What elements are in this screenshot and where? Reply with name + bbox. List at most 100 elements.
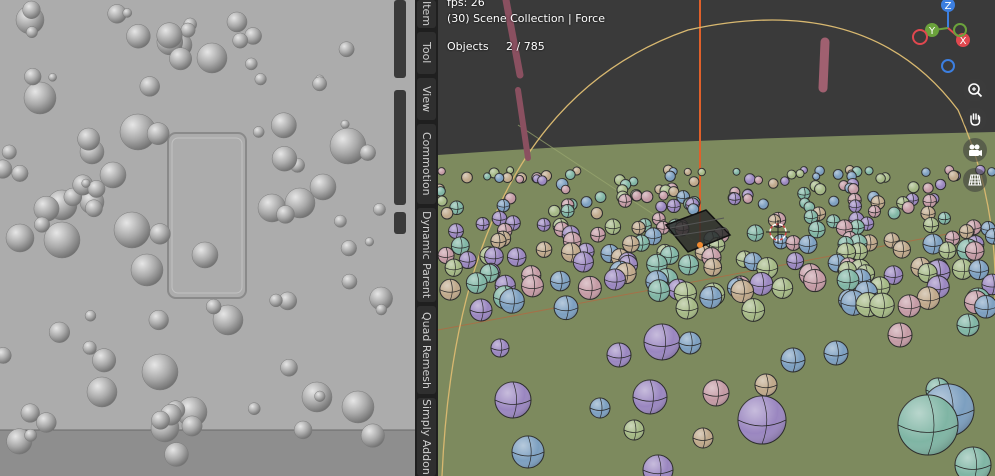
sphere-shading — [521, 274, 544, 297]
sphere-shading — [948, 170, 959, 182]
grey-sphere — [151, 410, 170, 430]
sphere-shading — [689, 176, 699, 187]
grey-sphere — [86, 376, 118, 408]
sphere-shading — [755, 374, 777, 396]
grey-sphere — [205, 298, 222, 315]
sphere-shading — [439, 279, 461, 301]
sphere-shading — [676, 297, 698, 319]
sphere-shading — [923, 217, 939, 233]
tab-simply-addon[interactable]: Simply Addon — [417, 398, 436, 476]
sphere-shading — [461, 172, 473, 183]
grey-sphere — [24, 428, 38, 442]
grey-sphere — [48, 73, 57, 82]
sphere-shading — [812, 172, 820, 181]
grey-sphere — [92, 348, 117, 373]
sphere-shading — [869, 293, 895, 318]
grey-sphere — [22, 0, 41, 19]
sphere-shading — [781, 348, 805, 372]
grey-sphere — [269, 293, 283, 308]
zoom-icon[interactable] — [963, 78, 987, 102]
tab-tool[interactable]: Tool — [417, 32, 436, 74]
render-preview-canvas — [0, 0, 415, 476]
sphere-shading — [898, 395, 958, 455]
sphere-shading — [743, 193, 753, 204]
grey-sphere — [341, 273, 358, 290]
grey-sphere — [149, 223, 171, 245]
sphere-shading — [747, 225, 764, 242]
axis-neg-z-icon — [941, 59, 955, 73]
sphere-shading — [888, 323, 912, 347]
sphere-shading — [875, 173, 886, 184]
svg-text:Z: Z — [945, 1, 952, 12]
grey-sphere — [375, 304, 387, 316]
sphere-shading — [758, 198, 769, 210]
sphere-shading — [698, 168, 706, 176]
sphere-shading — [484, 247, 504, 266]
navigation-gizmo[interactable]: Z Y X — [908, 0, 995, 80]
sphere-shading — [808, 221, 826, 238]
sphere-shading — [476, 217, 490, 231]
sphere-shading — [561, 185, 570, 194]
sphere-shading — [591, 207, 603, 219]
grey-sphere — [232, 32, 249, 49]
grey-sphere — [141, 353, 179, 391]
sphere-shading — [957, 314, 979, 336]
sphere-shading — [939, 242, 956, 260]
grey-sphere — [340, 240, 357, 257]
grey-sphere — [48, 321, 70, 343]
left-tab-grip[interactable] — [394, 90, 406, 205]
grey-sphere — [254, 73, 267, 86]
sphere-shading — [448, 223, 464, 239]
tab-item[interactable]: Item — [417, 0, 436, 28]
sphere-shading — [536, 241, 552, 258]
tab-quad-remesh[interactable]: Quad Remesh — [417, 306, 436, 394]
camera-icon[interactable] — [963, 138, 987, 162]
grey-sphere — [84, 310, 97, 322]
grey-sphere — [11, 164, 29, 182]
3d-viewport[interactable]: fps: 26 (30) Scene Collection | Force Ob… — [438, 0, 995, 476]
sphere-shading — [935, 179, 946, 190]
svg-text:X: X — [960, 36, 967, 47]
left-tab-grip[interactable] — [394, 212, 406, 234]
grey-sphere — [329, 127, 367, 165]
grey-sphere — [169, 47, 192, 71]
grey-sphere — [334, 214, 347, 228]
left-tab-grip[interactable] — [394, 0, 406, 78]
sphere-shading — [607, 343, 631, 367]
sphere-shading — [490, 233, 507, 249]
sphere-shading — [590, 398, 610, 418]
tab-dynamic-parent[interactable]: Dynamic Parent — [417, 208, 436, 302]
grey-sphere — [33, 195, 60, 222]
sphere-shading — [902, 201, 915, 214]
sphere-shading — [573, 251, 594, 273]
sphere-shading — [494, 173, 504, 183]
grey-sphere — [36, 412, 57, 433]
tab-commotion[interactable]: Commotion — [417, 124, 436, 204]
grey-sphere — [247, 402, 261, 416]
grey-sphere — [340, 119, 350, 129]
tab-view[interactable]: View — [417, 78, 436, 120]
grey-sphere — [280, 358, 298, 377]
sphere-shading — [595, 191, 606, 203]
sphere-shading — [641, 190, 653, 203]
hand-pan-icon[interactable] — [963, 107, 987, 131]
sphere-shading — [624, 420, 644, 440]
sphere-shading — [578, 276, 602, 300]
objects-stat-value: 2 / 785 — [506, 40, 545, 53]
grey-sphere — [252, 126, 265, 138]
sphere-shading — [537, 175, 547, 186]
sphere-shading — [772, 277, 793, 299]
sphere-shading — [633, 380, 667, 414]
grey-sphere — [364, 237, 374, 247]
grid-ortho-icon[interactable] — [963, 168, 987, 192]
sphere-shading — [667, 199, 681, 213]
grey-sphere — [122, 8, 133, 18]
render-preview-pane — [0, 0, 415, 476]
sphere-shading — [833, 169, 844, 180]
sphere-shading — [618, 194, 632, 208]
sphere-shading — [780, 176, 790, 186]
sphere-shading — [491, 339, 509, 357]
sphere-shading — [828, 196, 839, 207]
sphere-shading — [590, 227, 606, 243]
sphere-shading — [786, 252, 804, 270]
